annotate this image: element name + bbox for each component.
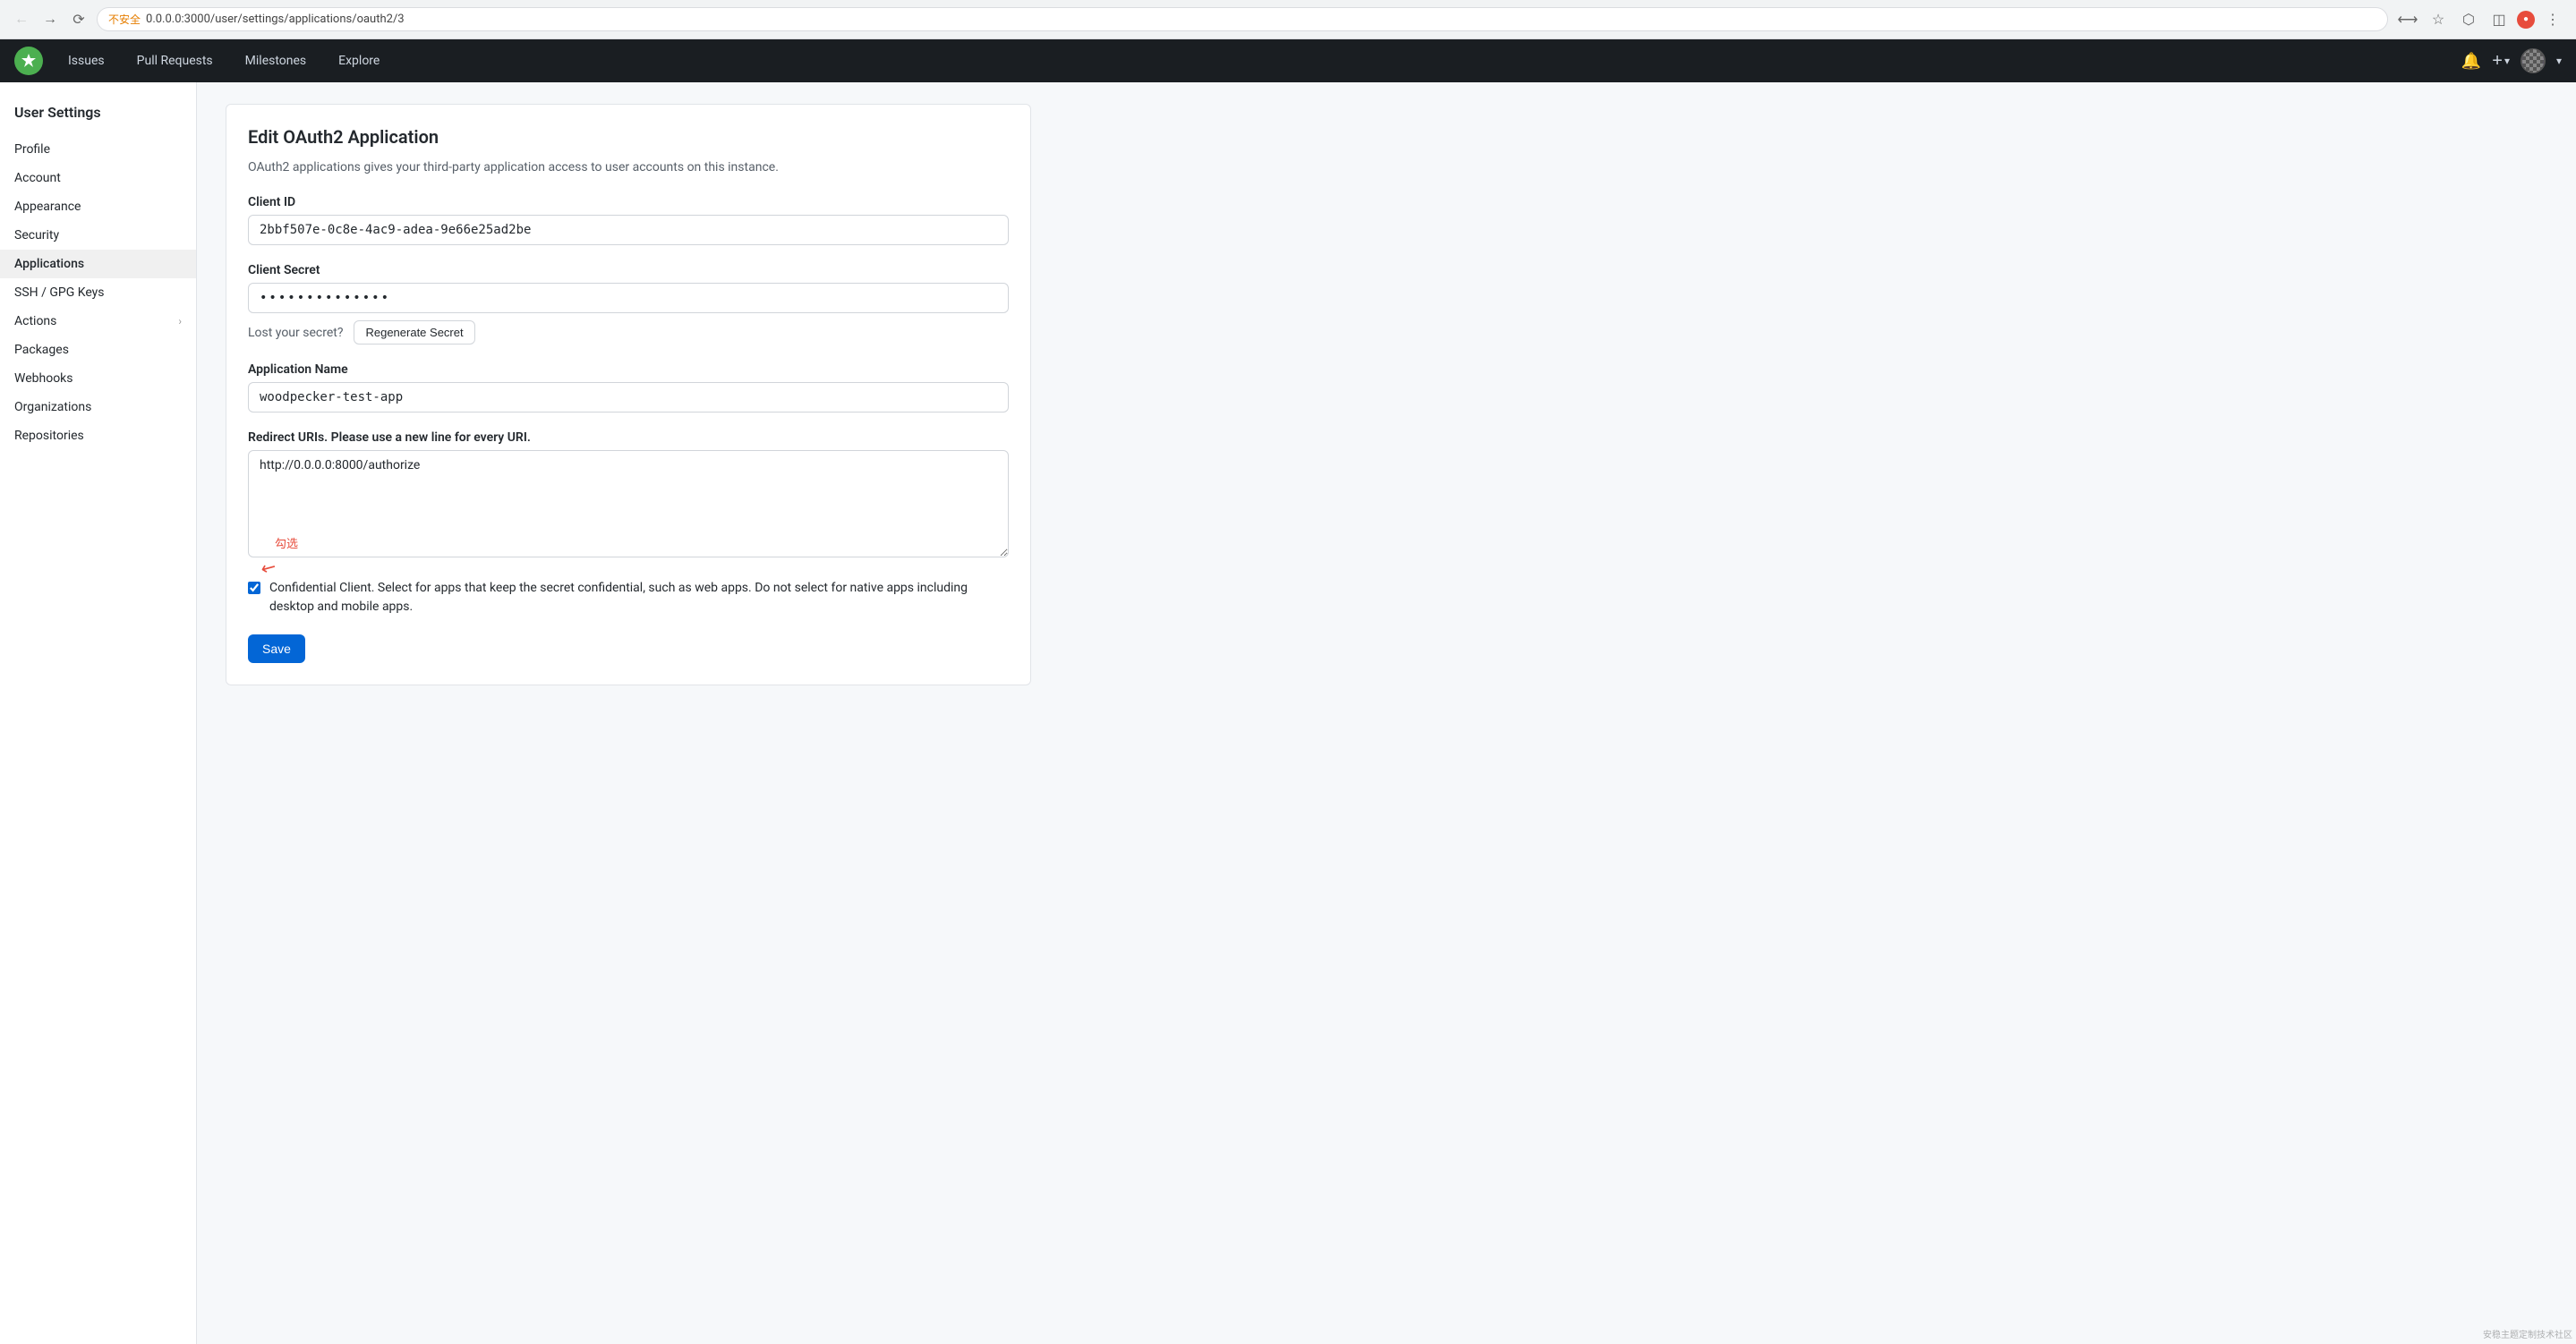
- sidebar-item-packages[interactable]: Packages: [0, 336, 196, 364]
- nav-issues[interactable]: Issues: [61, 50, 112, 72]
- client-id-input[interactable]: [248, 215, 1009, 245]
- nav-explore[interactable]: Explore: [331, 50, 387, 72]
- sidebar-item-account[interactable]: Account: [0, 164, 196, 192]
- translate-icon[interactable]: ⟷: [2395, 7, 2420, 32]
- app-logo[interactable]: [14, 47, 43, 75]
- browser-chrome: ← → ⟳ 不安全 0.0.0.0:3000/user/settings/app…: [0, 0, 2576, 39]
- confidential-checkbox[interactable]: [248, 581, 260, 595]
- confidential-client-row: Confidential Client. Select for apps tha…: [248, 579, 1009, 617]
- client-secret-input[interactable]: [248, 283, 1009, 313]
- user-avatar-btn[interactable]: [2521, 48, 2546, 73]
- sidebar-label-webhooks: Webhooks: [14, 371, 73, 386]
- sidebar-item-webhooks[interactable]: Webhooks: [0, 364, 196, 393]
- address-bar[interactable]: 不安全 0.0.0.0:3000/user/settings/applicati…: [97, 7, 2388, 31]
- client-secret-group: Client Secret Lost your secret? Regenera…: [248, 263, 1009, 345]
- sidebar-item-applications[interactable]: Applications: [0, 250, 196, 278]
- confidential-label[interactable]: Confidential Client. Select for apps tha…: [269, 579, 1009, 617]
- lost-secret-row: Lost your secret? Regenerate Secret: [248, 320, 1009, 345]
- lost-secret-text: Lost your secret?: [248, 326, 343, 340]
- menu-icon[interactable]: ⋮: [2540, 7, 2565, 32]
- sidebar-label-organizations: Organizations: [14, 400, 91, 414]
- client-secret-label: Client Secret: [248, 263, 1009, 277]
- reload-btn[interactable]: ⟳: [68, 9, 90, 30]
- sidebar-label-applications: Applications: [14, 257, 84, 271]
- annotation-container: 勾选 ↙ Confidential Client. Select for app…: [248, 579, 1009, 617]
- page-title: Edit OAuth2 Application: [248, 126, 1009, 148]
- content-area: Edit OAuth2 Application OAuth2 applicati…: [197, 82, 2576, 1344]
- back-btn[interactable]: ←: [11, 9, 32, 30]
- sidebar-item-repositories[interactable]: Repositories: [0, 421, 196, 450]
- sidebar: User Settings Profile Account Appearance…: [0, 82, 197, 1344]
- redirect-uris-textarea[interactable]: [248, 450, 1009, 557]
- sidebar-label-account: Account: [14, 171, 61, 185]
- app-name-group: Application Name: [248, 362, 1009, 413]
- sidebar-item-profile[interactable]: Profile: [0, 135, 196, 164]
- content-card: Edit OAuth2 Application OAuth2 applicati…: [226, 104, 1031, 685]
- main-container: User Settings Profile Account Appearance…: [0, 82, 2576, 1344]
- page-description: OAuth2 applications gives your third-par…: [248, 158, 1009, 177]
- sidebar-item-appearance[interactable]: Appearance: [0, 192, 196, 221]
- app-name-label: Application Name: [248, 362, 1009, 377]
- redirect-uris-label: Redirect URIs. Please use a new line for…: [248, 430, 1009, 445]
- actions-chevron-icon: ›: [178, 315, 182, 327]
- create-btn[interactable]: +▾: [2492, 51, 2510, 72]
- extensions-icon[interactable]: ⬡: [2456, 7, 2481, 32]
- sidebar-item-ssh-gpg[interactable]: SSH / GPG Keys: [0, 278, 196, 307]
- avatar-circle[interactable]: ●: [2517, 11, 2535, 29]
- save-button[interactable]: Save: [248, 634, 305, 663]
- sidebar-label-ssh-gpg: SSH / GPG Keys: [14, 285, 105, 300]
- header-actions: 🔔 +▾ ▾: [2461, 48, 2562, 73]
- nav-milestones[interactable]: Milestones: [238, 50, 314, 72]
- url-text: 0.0.0.0:3000/user/settings/applications/…: [146, 13, 405, 26]
- nav-pull-requests[interactable]: Pull Requests: [130, 50, 220, 72]
- forward-btn[interactable]: →: [39, 9, 61, 30]
- notifications-btn[interactable]: 🔔: [2461, 52, 2481, 71]
- sidebar-label-appearance: Appearance: [14, 200, 81, 214]
- sidebar-item-security[interactable]: Security: [0, 221, 196, 250]
- sidebar-label-actions: Actions: [14, 314, 56, 328]
- sidebar-item-organizations[interactable]: Organizations: [0, 393, 196, 421]
- sidebar-title: User Settings: [0, 97, 196, 135]
- sidebar-label-profile: Profile: [14, 142, 50, 157]
- regenerate-secret-btn[interactable]: Regenerate Secret: [354, 320, 474, 345]
- sidebar-label-security: Security: [14, 228, 59, 242]
- sidebar-label-packages: Packages: [14, 343, 69, 357]
- client-id-label: Client ID: [248, 195, 1009, 209]
- security-warning: 不安全: [108, 12, 141, 27]
- redirect-uris-group: Redirect URIs. Please use a new line for…: [248, 430, 1009, 561]
- sidebar-label-repositories: Repositories: [14, 429, 84, 443]
- app-header: Issues Pull Requests Milestones Explore …: [0, 39, 2576, 82]
- browser-toolbar: ⟷ ☆ ⬡ ◫ ● ⋮: [2395, 7, 2565, 32]
- profile-icon[interactable]: ◫: [2486, 7, 2512, 32]
- app-name-input[interactable]: [248, 382, 1009, 413]
- client-id-group: Client ID: [248, 195, 1009, 245]
- sidebar-item-actions[interactable]: Actions ›: [0, 307, 196, 336]
- avatar-dropdown-arrow[interactable]: ▾: [2556, 55, 2562, 67]
- bookmark-icon[interactable]: ☆: [2426, 7, 2451, 32]
